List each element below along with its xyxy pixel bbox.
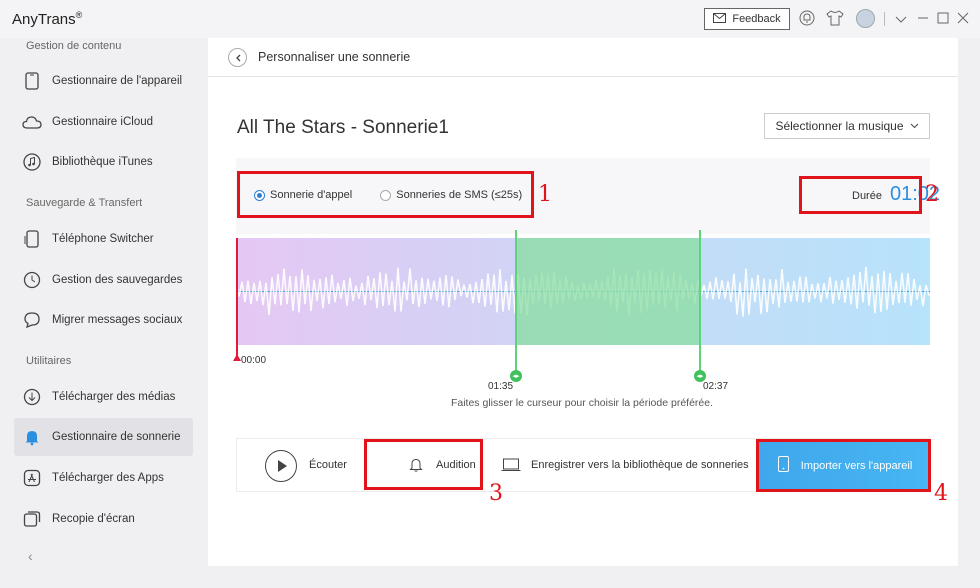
user-avatar[interactable] <box>856 9 875 28</box>
sidebar-item-label: Bibliothèque iTunes <box>52 156 153 168</box>
playhead-marker[interactable] <box>233 354 241 361</box>
sidebar-item-label: Gestionnaire de l'appareil <box>52 75 183 87</box>
sidebar-item-ringtone-manager[interactable]: Gestionnaire de sonnerie <box>14 418 193 456</box>
header-divider <box>208 76 958 77</box>
start-time-label: 00:00 <box>241 355 267 366</box>
selection-end-time: 02:37 <box>703 381 729 392</box>
chat-icon <box>22 310 42 330</box>
maximize-icon[interactable] <box>934 10 952 28</box>
close-icon[interactable] <box>954 10 972 28</box>
annotation-box-preview <box>364 439 483 490</box>
play-icon <box>278 460 287 472</box>
annotation-box-import <box>756 439 931 492</box>
sidebar-item-media-downloader[interactable]: Télécharger des médias <box>14 378 193 416</box>
sidebar-item-itunes-library[interactable]: Bibliothèque iTunes <box>14 143 193 181</box>
page-header-title: Personnaliser une sonnerie <box>258 50 411 64</box>
annotation-number: 1 <box>538 182 552 207</box>
drag-hint: Faites glisser le curseur pour choisir l… <box>450 397 714 409</box>
feedback-label: Feedback <box>732 13 781 25</box>
sidebar-collapse-chevron[interactable]: ‹ <box>28 548 33 564</box>
sidebar-item-screen-mirror[interactable]: Recopie d'écran <box>14 500 193 538</box>
chevron-down-icon <box>910 123 918 129</box>
sidebar-item-social-messages[interactable]: Migrer messages sociaux <box>14 301 193 339</box>
phone-icon <box>22 71 42 91</box>
select-music-button[interactable]: Sélectionner la musique <box>764 113 930 139</box>
sidebar-item-label: Télécharger des médias <box>52 391 176 403</box>
sidebar-item-icloud[interactable]: Gestionnaire iCloud <box>14 103 193 141</box>
drag-arrows-icon: ◂▸ <box>512 373 520 380</box>
sidebar-section-utilities: Utilitaires <box>26 355 72 367</box>
annotation-box-duration <box>799 176 922 214</box>
sidebar-item-label: Recopie d'écran <box>52 513 135 525</box>
drag-arrows-icon: ◂▸ <box>696 373 704 380</box>
app-store-icon <box>22 468 42 488</box>
annotation-number: 2 <box>925 182 939 207</box>
sidebar-item-label: Télécharger des Apps <box>52 472 164 484</box>
app-title: AnyTrans® <box>12 10 83 28</box>
music-note-icon <box>22 152 42 172</box>
sidebar-item-label: Gestion des sauvegardes <box>52 274 183 286</box>
cloud-icon <box>22 112 42 132</box>
download-icon <box>22 387 42 407</box>
sidebar-item-label: Téléphone Switcher <box>52 233 154 245</box>
history-icon <box>22 270 42 290</box>
sidebar-item-label: Migrer messages sociaux <box>52 314 183 326</box>
listen-button[interactable]: Écouter <box>309 459 347 471</box>
select-music-label: Sélectionner la musique <box>775 119 904 133</box>
laptop-icon <box>501 458 521 475</box>
sidebar-item-device-manager[interactable]: Gestionnaire de l'appareil <box>14 62 193 100</box>
play-button[interactable] <box>265 450 297 482</box>
sidebar-section-content: Gestion de contenu <box>26 40 122 52</box>
sidebar-item-label: Gestionnaire iCloud <box>52 116 154 128</box>
sidebar-item-app-downloader[interactable]: Télécharger des Apps <box>14 459 193 497</box>
phone-switch-icon <box>22 229 42 249</box>
mail-icon <box>713 12 727 26</box>
screen-mirror-icon <box>22 509 42 529</box>
selection-start-line <box>515 230 517 373</box>
minimize-icon[interactable] <box>914 10 932 28</box>
annotation-number: 3 <box>489 481 503 506</box>
selection-start-time: 01:35 <box>488 381 514 392</box>
title-bar: AnyTrans® Feedback <box>0 0 980 38</box>
song-title: All The Stars - Sonnerie1 <box>237 117 449 138</box>
sidebar-section-backup: Sauvegarde & Transfert <box>26 197 143 209</box>
chevron-down-icon[interactable] <box>892 10 910 28</box>
bell-icon <box>22 427 42 447</box>
notification-bell-icon[interactable] <box>798 10 816 28</box>
annotation-number: 4 <box>934 481 948 506</box>
chevron-left-icon <box>235 54 240 61</box>
titlebar-divider <box>884 12 885 26</box>
sidebar: Gestion de contenu Gestionnaire de l'app… <box>0 38 200 588</box>
tshirt-icon[interactable] <box>826 10 844 28</box>
save-to-library-button[interactable]: Enregistrer vers la bibliothèque de sonn… <box>531 459 749 471</box>
sidebar-item-label: Gestionnaire de sonnerie <box>52 431 181 443</box>
back-button[interactable] <box>228 48 247 67</box>
sidebar-item-backup-manager[interactable]: Gestion des sauvegardes <box>14 261 193 299</box>
sidebar-item-phone-switcher[interactable]: Téléphone Switcher <box>14 220 193 258</box>
waveform-track[interactable] <box>236 238 930 345</box>
feedback-button[interactable]: Feedback <box>704 8 790 30</box>
playhead[interactable] <box>236 238 238 360</box>
selection-end-line <box>699 230 701 373</box>
annotation-box-ringtone-type <box>237 171 534 218</box>
selected-region[interactable] <box>515 238 699 345</box>
